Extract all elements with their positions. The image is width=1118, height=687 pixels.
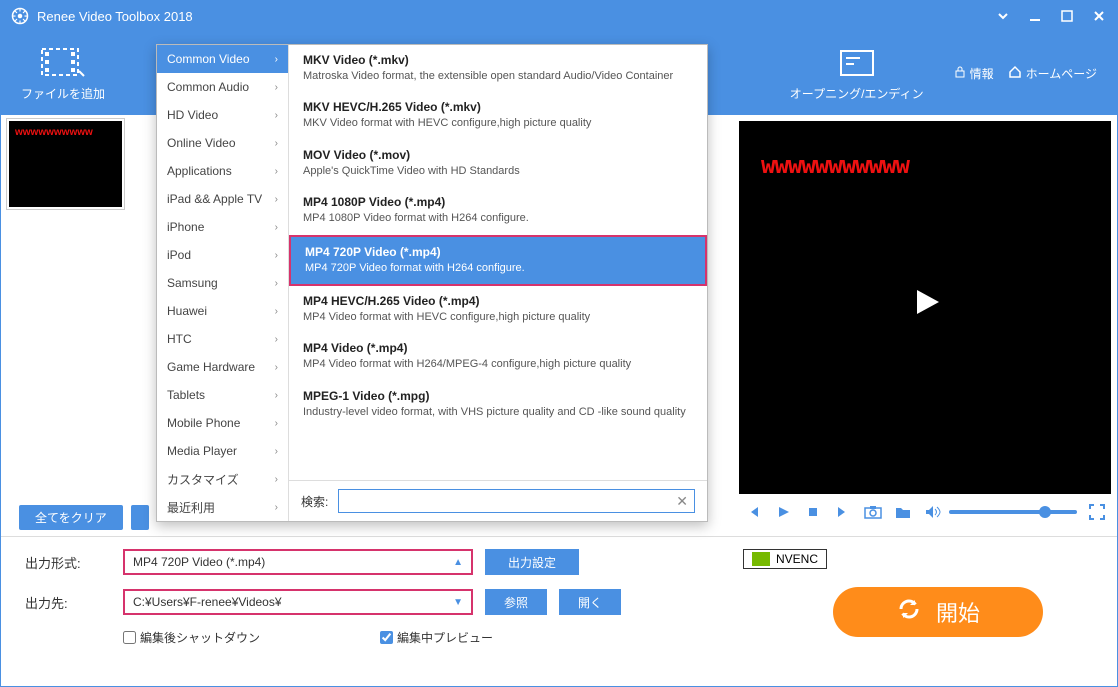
folder-icon[interactable] — [893, 502, 913, 522]
next-icon[interactable] — [833, 502, 853, 522]
homepage-label: ホームページ — [1026, 65, 1097, 82]
category-item[interactable]: Common Video› — [157, 45, 288, 73]
category-item[interactable]: HD Video› — [157, 101, 288, 129]
preview-checkbox[interactable]: 編集中プレビュー — [380, 629, 493, 646]
browse-button[interactable]: 参照 — [485, 589, 547, 615]
player-controls — [739, 494, 1111, 530]
format-item[interactable]: MPEG-1 Video (*.mpg)Industry-level video… — [289, 381, 707, 428]
film-add-icon — [41, 45, 85, 81]
category-item[interactable]: Applications› — [157, 157, 288, 185]
format-item[interactable]: MOV Video (*.mov)Apple's QuickTime Video… — [289, 140, 707, 187]
nvidia-icon — [752, 552, 770, 566]
home-icon — [1008, 65, 1022, 82]
start-button[interactable]: 開始 — [833, 587, 1043, 637]
category-item[interactable]: カスタマイズ› — [157, 465, 288, 493]
category-item[interactable]: iPod› — [157, 241, 288, 269]
info-link[interactable]: 情報 — [954, 65, 994, 82]
category-item[interactable]: iPad && Apple TV› — [157, 185, 288, 213]
format-item[interactable]: MKV Video (*.mkv)Matroska Video format, … — [289, 45, 707, 92]
dest-combo[interactable]: C:¥Users¥F-renee¥Videos¥ ▼ — [123, 589, 473, 615]
refresh-icon — [896, 596, 922, 629]
category-item[interactable]: Huawei› — [157, 297, 288, 325]
snapshot-icon[interactable] — [863, 502, 883, 522]
app-window: Renee Video Toolbox 2018 ファイルを追加 オープニング/… — [0, 0, 1118, 687]
homepage-link[interactable]: ホームページ — [1008, 65, 1097, 82]
lock-icon — [954, 66, 966, 81]
search-input[interactable] — [345, 494, 676, 508]
nvenc-badge: NVENC — [743, 549, 827, 569]
format-dropdown: Common Video›Common Audio›HD Video›Onlin… — [156, 44, 708, 522]
card-icon — [840, 45, 874, 81]
more-button[interactable] — [131, 505, 149, 530]
category-list: Common Video›Common Audio›HD Video›Onlin… — [157, 45, 289, 521]
category-item[interactable]: 最近利用› — [157, 493, 288, 521]
category-item[interactable]: Samsung› — [157, 269, 288, 297]
shutdown-checkbox[interactable]: 編集後シャットダウン — [123, 629, 260, 646]
output-settings-button[interactable]: 出力設定 — [485, 549, 579, 575]
maximize-icon[interactable] — [1059, 8, 1075, 24]
info-label: 情報 — [970, 65, 994, 82]
volume-icon[interactable] — [923, 502, 943, 522]
category-item[interactable]: Tablets› — [157, 381, 288, 409]
format-item[interactable]: MP4 Video (*.mp4)MP4 Video format with H… — [289, 333, 707, 380]
clear-all-button[interactable]: 全てをクリア — [19, 505, 123, 530]
fullscreen-icon[interactable] — [1087, 502, 1107, 522]
chevron-down-icon: ▼ — [453, 597, 463, 608]
dropdown-menu-icon[interactable] — [995, 8, 1011, 24]
volume-slider[interactable] — [949, 510, 1077, 514]
search-label: 検索: — [301, 493, 328, 510]
start-label: 開始 — [936, 596, 980, 628]
bottom-panel: 出力形式: MP4 720P Video (*.mp4) ▲ 出力設定 出力先:… — [1, 536, 1117, 686]
category-item[interactable]: Common Audio› — [157, 73, 288, 101]
format-label: 出力形式: — [25, 553, 111, 572]
video-preview[interactable]: wwwwwwwwwww — [739, 121, 1111, 494]
thumb-overlay-text: wwwwwwwwww — [15, 127, 93, 138]
category-item[interactable]: Mobile Phone› — [157, 409, 288, 437]
format-combo[interactable]: MP4 720P Video (*.mp4) ▲ — [123, 549, 473, 575]
chevron-up-icon: ▲ — [453, 557, 463, 568]
add-file-label: ファイルを追加 — [21, 85, 105, 102]
opening-ending-label: オープニング/エンディン — [790, 85, 924, 102]
add-file-button[interactable]: ファイルを追加 — [21, 45, 105, 102]
dest-value: C:¥Users¥F-renee¥Videos¥ — [133, 595, 282, 609]
format-item[interactable]: MP4 1080P Video (*.mp4)MP4 1080P Video f… — [289, 187, 707, 234]
app-logo-icon — [11, 7, 29, 25]
titlebar: Renee Video Toolbox 2018 — [1, 1, 1117, 31]
category-item[interactable]: Media Player› — [157, 437, 288, 465]
dest-label: 出力先: — [25, 593, 111, 612]
nvenc-label: NVENC — [776, 552, 818, 566]
format-list[interactable]: MKV Video (*.mkv)Matroska Video format, … — [289, 45, 707, 480]
close-icon[interactable] — [1091, 8, 1107, 24]
preview-panel: wwwwwwwwwww — [733, 115, 1117, 536]
format-item[interactable]: MP4 HEVC/H.265 Video (*.mp4)MP4 Video fo… — [289, 286, 707, 333]
category-item[interactable]: Online Video› — [157, 129, 288, 157]
format-value: MP4 720P Video (*.mp4) — [133, 555, 265, 569]
clear-search-icon[interactable]: ✕ — [676, 493, 688, 510]
category-item[interactable]: Game Hardware› — [157, 353, 288, 381]
category-item[interactable]: HTC› — [157, 325, 288, 353]
search-input-wrap: ✕ — [338, 489, 695, 513]
preview-overlay-text: wwwwwwwwwww — [761, 151, 909, 179]
opening-ending-button[interactable]: オープニング/エンディン — [790, 45, 924, 102]
open-button[interactable]: 開く — [559, 589, 621, 615]
search-row: 検索: ✕ — [289, 480, 707, 521]
category-item[interactable]: iPhone› — [157, 213, 288, 241]
stop-icon[interactable] — [803, 502, 823, 522]
minimize-icon[interactable] — [1027, 8, 1043, 24]
format-item[interactable]: MP4 720P Video (*.mp4)MP4 720P Video for… — [289, 235, 707, 286]
app-title: Renee Video Toolbox 2018 — [37, 9, 193, 24]
play-icon[interactable] — [773, 502, 793, 522]
video-thumbnail[interactable]: wwwwwwwwww — [7, 119, 124, 209]
prev-icon[interactable] — [743, 502, 763, 522]
format-item[interactable]: MKV HEVC/H.265 Video (*.mkv)MKV Video fo… — [289, 92, 707, 139]
play-overlay-icon[interactable] — [903, 280, 947, 335]
